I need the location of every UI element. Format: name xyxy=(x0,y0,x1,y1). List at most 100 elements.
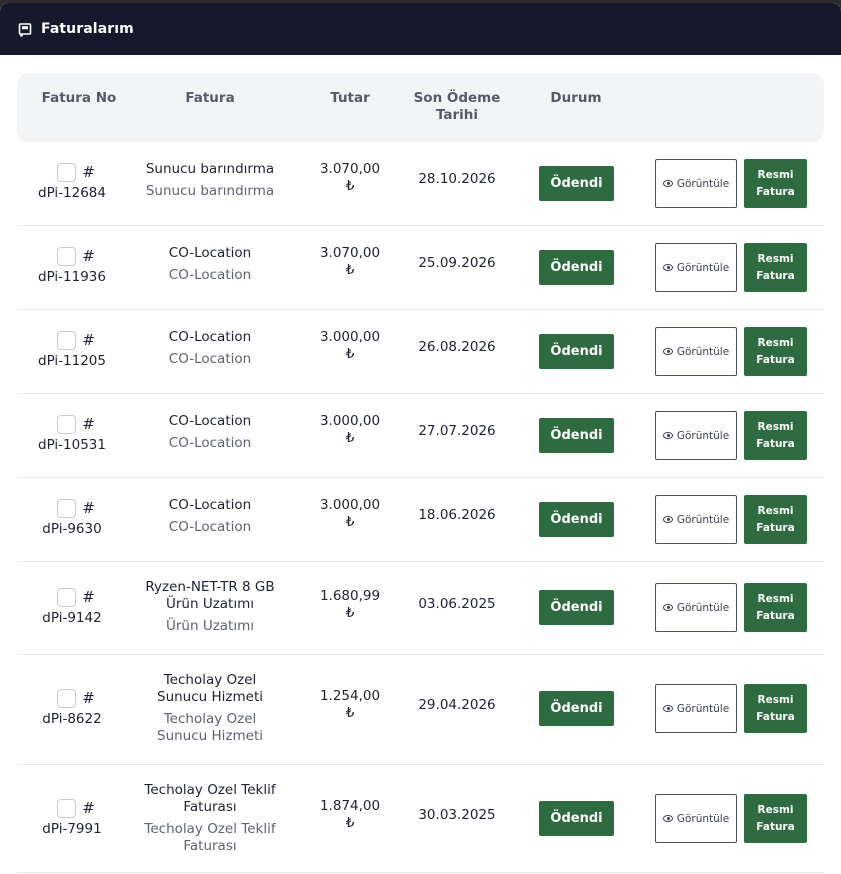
view-button[interactable]: Görüntüle xyxy=(655,583,737,632)
view-button-label: Görüntüle xyxy=(676,513,730,526)
official-invoice-button[interactable]: Resmi Fatura xyxy=(744,159,807,208)
table-row: # dPi-11205 CO-Location CO-Location 3.00… xyxy=(17,310,824,394)
invoice-number-cell: # dPi-10531 xyxy=(17,414,127,455)
currency-symbol: ₺ xyxy=(345,262,355,278)
due-date: 30.03.2025 xyxy=(418,807,496,823)
amount-value: 3.070,00 xyxy=(319,245,381,261)
hash-symbol: # xyxy=(82,588,95,606)
invoice-title: Techolay Ozel Teklif Faturası xyxy=(144,782,276,815)
status-badge: Ödendi xyxy=(539,166,614,201)
eye-icon xyxy=(662,705,673,712)
due-date: 26.08.2026 xyxy=(418,339,496,355)
status-badge: Ödendi xyxy=(539,334,614,369)
header-durum: Durum xyxy=(550,90,602,106)
eye-icon xyxy=(662,348,673,355)
hash-symbol: # xyxy=(82,415,95,433)
row-select-checkbox[interactable] xyxy=(57,330,77,350)
hash-symbol: # xyxy=(82,799,95,817)
invoice-title: Sunucu barındırma xyxy=(145,161,275,177)
currency-symbol: ₺ xyxy=(345,705,355,721)
amount-value: 3.000,00 xyxy=(319,497,381,513)
invoice-number-cell: # dPi-8622 xyxy=(17,688,127,729)
invoice-description-cell: CO-Location CO-Location xyxy=(129,413,291,452)
invoice-title: CO-Location xyxy=(168,497,252,513)
status-badge: Ödendi xyxy=(539,801,614,836)
invoice-table: Fatura No Fatura Tutar Son Ödeme Tarihi … xyxy=(0,55,841,873)
view-button-label: Görüntüle xyxy=(676,601,730,614)
invoice-number: dPi-7991 xyxy=(42,821,102,837)
invoice-number-cell: # dPi-11205 xyxy=(17,330,127,371)
invoice-number: dPi-9142 xyxy=(42,610,102,626)
table-row: # dPi-11936 CO-Location CO-Location 3.07… xyxy=(17,226,824,310)
row-select-checkbox[interactable] xyxy=(57,498,77,518)
hash-symbol: # xyxy=(82,163,95,181)
invoice-subtitle: Techolay Ozel Sunucu Hizmeti xyxy=(157,711,263,744)
status-badge: Ödendi xyxy=(539,502,614,537)
due-date: 18.06.2026 xyxy=(418,507,496,523)
official-invoice-button[interactable]: Resmi Fatura xyxy=(744,684,807,733)
invoice-subtitle: CO-Location xyxy=(168,267,252,283)
view-button[interactable]: Görüntüle xyxy=(655,243,737,292)
currency-symbol: ₺ xyxy=(345,815,355,831)
row-select-checkbox[interactable] xyxy=(57,414,77,434)
amount-cell: 3.000,00 ₺ xyxy=(306,329,394,363)
eye-icon xyxy=(662,180,673,187)
invoice-number-cell: # dPi-9142 xyxy=(17,587,127,628)
header-bar: Faturalarım xyxy=(0,3,841,55)
invoice-number-cell: # dPi-11936 xyxy=(17,246,127,287)
invoice-description-cell: CO-Location CO-Location xyxy=(129,329,291,368)
invoice-subtitle: Sunucu barındırma xyxy=(145,183,275,199)
invoice-number: dPi-8622 xyxy=(42,711,102,727)
page-title: Faturalarım xyxy=(41,21,134,37)
eye-icon xyxy=(662,604,673,611)
invoice-title: CO-Location xyxy=(168,329,252,345)
row-select-checkbox[interactable] xyxy=(57,688,77,708)
official-invoice-button[interactable]: Resmi Fatura xyxy=(744,411,807,460)
amount-cell: 1.254,00 ₺ xyxy=(306,688,394,722)
view-button[interactable]: Görüntüle xyxy=(655,411,737,460)
view-button[interactable]: Görüntüle xyxy=(655,684,737,733)
view-button[interactable]: Görüntüle xyxy=(655,495,737,544)
invoice-description-cell: Techolay Ozel Teklif Faturası Techolay Oz… xyxy=(129,782,291,855)
table-header: Fatura No Fatura Tutar Son Ödeme Tarihi … xyxy=(17,73,824,142)
official-invoice-button[interactable]: Resmi Fatura xyxy=(744,583,807,632)
status-badge: Ödendi xyxy=(539,691,614,726)
official-invoice-button[interactable]: Resmi Fatura xyxy=(744,327,807,376)
currency-symbol: ₺ xyxy=(345,514,355,530)
eye-icon xyxy=(662,815,673,822)
status-badge: Ödendi xyxy=(539,418,614,453)
invoice-number: dPi-9630 xyxy=(42,521,102,537)
official-invoice-button[interactable]: Resmi Fatura xyxy=(744,794,807,843)
row-select-checkbox[interactable] xyxy=(57,246,77,266)
header-son-odeme: Son Ödeme Tarihi xyxy=(413,90,501,123)
amount-cell: 1.874,00 ₺ xyxy=(306,798,394,832)
table-body: # dPi-12684 Sunucu barındırma Sunucu bar… xyxy=(17,142,824,873)
amount-cell: 3.000,00 ₺ xyxy=(306,497,394,531)
invoice-number: dPi-11205 xyxy=(38,353,106,369)
view-button[interactable]: Görüntüle xyxy=(655,159,737,208)
official-invoice-button[interactable]: Resmi Fatura xyxy=(744,495,807,544)
invoice-description-cell: Ryzen-NET-TR 8 GB Ürün Uzatımı Ürün Uzatı… xyxy=(129,579,291,635)
row-select-checkbox[interactable] xyxy=(57,587,77,607)
invoice-subtitle: CO-Location xyxy=(168,435,252,451)
status-badge: Ödendi xyxy=(539,250,614,285)
amount-cell: 1.680,99 ₺ xyxy=(306,588,394,622)
table-row: # dPi-12684 Sunucu barındırma Sunucu bar… xyxy=(17,142,824,226)
header-tutar: Tutar xyxy=(330,90,370,106)
table-row: # dPi-9142 Ryzen-NET-TR 8 GB Ürün Uzatımı… xyxy=(17,562,824,655)
invoice-subtitle: Ürün Uzatımı xyxy=(165,618,255,634)
row-select-checkbox[interactable] xyxy=(57,162,77,182)
amount-value: 3.000,00 xyxy=(319,329,381,345)
official-invoice-button[interactable]: Resmi Fatura xyxy=(744,243,807,292)
row-select-checkbox[interactable] xyxy=(57,798,77,818)
due-date: 25.09.2026 xyxy=(418,255,496,271)
eye-icon xyxy=(662,432,673,439)
due-date: 28.10.2026 xyxy=(418,171,496,187)
invoice-title: Techolay Ozel Sunucu Hizmeti xyxy=(157,672,263,705)
invoice-number: dPi-12684 xyxy=(38,185,106,201)
amount-cell: 3.070,00 ₺ xyxy=(306,161,394,195)
view-button[interactable]: Görüntüle xyxy=(655,794,737,843)
header-fatura-no: Fatura No xyxy=(41,90,117,106)
view-button[interactable]: Görüntüle xyxy=(655,327,737,376)
due-date: 03.06.2025 xyxy=(418,596,496,612)
